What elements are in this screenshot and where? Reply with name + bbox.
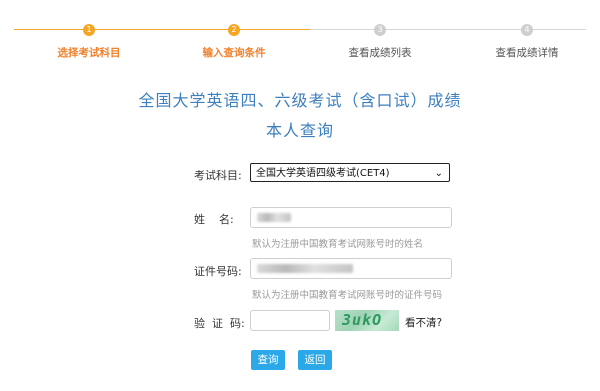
query-button[interactable]: 查询	[251, 350, 285, 370]
step-enter-conditions: 2 输入查询条件	[174, 20, 294, 60]
score-query-page: 1 选择考试科目 2 输入查询条件 3 查看成绩列表 4 查看成绩详情 全国大学…	[0, 0, 600, 391]
name-hint: 默认为注册中国教育考试网账号时的姓名	[252, 239, 424, 250]
step-2-indicator: 2	[228, 24, 240, 36]
id-number-input[interactable]	[250, 258, 452, 279]
name-input[interactable]	[250, 207, 452, 228]
subject-label: 考试科目:	[194, 169, 242, 182]
captcha-input[interactable]	[250, 310, 330, 331]
captcha-label: 验 证 码:	[194, 317, 245, 330]
step-3-label: 查看成绩列表	[348, 47, 412, 59]
subject-select[interactable]: 全国大学英语四级考试(CET4) ⌄	[250, 163, 450, 182]
step-select-subject: 1 选择考试科目	[29, 20, 149, 60]
page-title: 全国大学英语四、六级考试（含口试）成绩	[138, 91, 462, 110]
captcha-image-text: 3ukO	[342, 311, 383, 329]
masked-name-value	[257, 213, 291, 222]
step-4-indicator: 4	[521, 24, 533, 36]
back-button[interactable]: 返回	[298, 350, 332, 370]
page-subtitle: 本人查询	[265, 121, 334, 140]
progress-steps: 1 选择考试科目 2 输入查询条件 3 查看成绩列表 4 查看成绩详情	[0, 20, 600, 60]
id-number-hint: 默认为注册中国教育考试网账号时的证件号码	[252, 290, 443, 301]
captcha-image[interactable]: 3ukO	[335, 310, 399, 331]
subject-select-value: 全国大学英语四级考试(CET4)	[256, 168, 390, 179]
chevron-down-icon: ⌄	[434, 168, 443, 179]
captcha-refresh-link[interactable]: 看不清?	[405, 315, 442, 330]
step-1-label: 选择考试科目	[57, 47, 121, 59]
name-label: 姓 名:	[194, 213, 234, 226]
step-4-label: 查看成绩详情	[495, 47, 559, 59]
masked-id-value	[257, 264, 353, 273]
step-3-indicator: 3	[374, 24, 386, 36]
step-2-label: 输入查询条件	[202, 47, 266, 59]
step-score-detail: 4 查看成绩详情	[467, 20, 587, 60]
step-1-indicator: 1	[83, 24, 95, 36]
id-number-label: 证件号码:	[194, 265, 242, 278]
step-score-list: 3 查看成绩列表	[320, 20, 440, 60]
